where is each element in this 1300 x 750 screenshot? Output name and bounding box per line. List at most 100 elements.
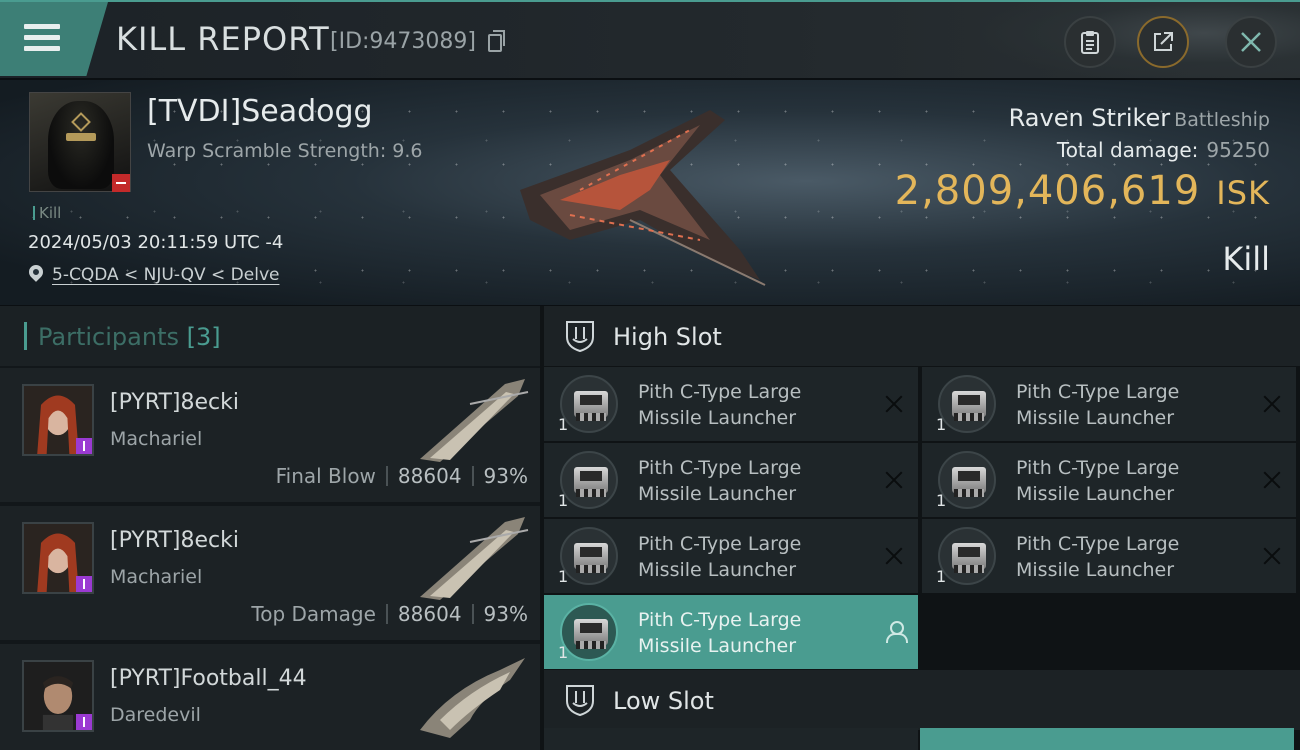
module-quantity: 1 [936, 415, 947, 434]
module-name-line1: Pith C-Type Large [1016, 457, 1180, 479]
kill-location-link[interactable]: 5-CQDA < NJU-QV < Delve [52, 265, 279, 285]
x-icon [884, 545, 904, 565]
kill-datetime: 2024/05/03 20:11:59 UTC -4 [28, 232, 284, 253]
module-name: Pith C-Type Large Missile Launcher [638, 531, 868, 583]
low-slot-label: Low Slot [613, 687, 714, 715]
participants-count: [3] [186, 323, 221, 351]
menu-button[interactable] [0, 2, 108, 76]
module-name: Pith C-Type Large Missile Launcher [638, 379, 868, 431]
module-name-line2: Missile Launcher [1016, 483, 1175, 505]
header-bar: KILL REPORT [ID:9473089] [0, 0, 1300, 80]
participant-ship-image [420, 658, 525, 738]
module-item[interactable]: 1 Pith C-Type Large Missile Launcher [544, 367, 918, 441]
avatar [22, 660, 94, 732]
participant-ship: Machariel [110, 566, 203, 588]
clipboard-button[interactable] [1064, 16, 1116, 68]
participant-card[interactable]: [PYRT]Football_44 Daredevil [0, 642, 540, 750]
module-name: Pith C-Type Large Missile Launcher [1016, 455, 1246, 507]
missile-launcher-icon [560, 527, 618, 585]
shield-icon [566, 321, 594, 353]
module-quantity: 1 [558, 491, 569, 510]
corp-badge [76, 576, 92, 592]
module-item[interactable]: 1 Pith C-Type Large Missile Launcher [922, 443, 1296, 517]
module-item[interactable]: 1 Pith C-Type Large Missile Launcher [922, 367, 1296, 441]
participants-title: Participants [38, 323, 179, 351]
x-icon [884, 393, 904, 413]
module-name: Pith C-Type Large Missile Launcher [1016, 379, 1246, 431]
hamburger-icon [24, 24, 60, 57]
missile-launcher-icon [938, 527, 996, 585]
victim-ship-image[interactable] [510, 100, 780, 290]
participant-card[interactable]: [PYRT]8ecki Machariel Final Blow 88604 93% [0, 366, 540, 502]
module-item[interactable] [544, 728, 918, 750]
copy-icon[interactable] [488, 30, 505, 52]
ship-name: Raven Striker [1008, 104, 1171, 132]
report-id: [ID:9473089] [330, 29, 476, 54]
module-item[interactable]: 1 Pith C-Type Large Missile Launcher [544, 519, 918, 593]
fitting-panel: High Slot 1 Pith C-Type Large Missile Lau… [540, 306, 1300, 750]
participant-name: [PYRT]8ecki [110, 390, 239, 415]
module-name-line1: Pith C-Type Large [638, 609, 802, 631]
participant-role: Top Damage [251, 602, 376, 626]
participant-ship-image [420, 379, 529, 462]
participant-percent: 93% [483, 464, 528, 488]
module-name: Pith C-Type Large Missile Launcher [638, 607, 868, 659]
participants-header: Participants [3] [0, 306, 540, 366]
participant-ship-image [420, 517, 529, 600]
victim-banner: [TVDI]Seadogg Warp Scramble Strength: 9.… [0, 80, 1300, 305]
participants-panel: Participants [3] [PYRT]8ecki Machariel F… [0, 306, 540, 750]
participant-card[interactable]: [PYRT]8ecki Machariel Top Damage 88604 93% [0, 504, 540, 640]
module-name-line2: Missile Launcher [638, 407, 797, 429]
x-icon [1262, 393, 1282, 413]
module-name: Pith C-Type Large Missile Launcher [638, 455, 868, 507]
isk-value: 2,809,406,619 ISK [895, 168, 1270, 214]
module-name-line2: Missile Launcher [638, 559, 797, 581]
missile-launcher-icon [560, 451, 618, 509]
participant-stats: Final Blow 88604 93% [276, 464, 528, 488]
participant-percent: 93% [483, 602, 528, 626]
kill-tag: Kill [33, 204, 61, 222]
isk-unit: ISK [1216, 174, 1270, 212]
participant-name: [PYRT]8ecki [110, 528, 239, 553]
module-name-line2: Missile Launcher [638, 635, 797, 657]
participant-damage: 88604 [397, 602, 462, 626]
hostile-standing-badge [112, 174, 130, 192]
module-item[interactable]: 1 Pith C-Type Large Missile Launcher [922, 519, 1296, 593]
participant-ship: Daredevil [110, 704, 201, 726]
module-name-line1: Pith C-Type Large [638, 457, 802, 479]
page-title: KILL REPORT [116, 20, 330, 58]
module-quantity: 1 [558, 567, 569, 586]
total-damage-label: Total damage: [1056, 138, 1199, 162]
module-item[interactable]: 1 Pith C-Type Large Missile Launcher [544, 443, 918, 517]
x-icon [1262, 469, 1282, 489]
victim-name[interactable]: [TVDI]Seadogg [147, 94, 373, 129]
ship-class: Battleship [1174, 109, 1270, 131]
x-icon [884, 469, 904, 489]
module-item[interactable]: 1 Pith C-Type Large Missile Launcher [544, 595, 918, 669]
module-quantity: 1 [558, 415, 569, 434]
module-quantity: 1 [558, 643, 569, 662]
shield-icon [566, 685, 594, 717]
module-quantity: 1 [936, 491, 947, 510]
low-slot-header: Low Slot [544, 670, 1300, 730]
participant-stats: Top Damage 88604 93% [251, 602, 528, 626]
close-button[interactable] [1225, 16, 1277, 68]
victim-ship[interactable]: Raven Striker Battleship [1009, 104, 1270, 132]
participant-ship: Machariel [110, 428, 203, 450]
module-name-line2: Missile Launcher [1016, 407, 1175, 429]
total-damage: Total damage: 95250 [1057, 138, 1270, 162]
module-name-line2: Missile Launcher [1016, 559, 1175, 581]
module-item[interactable] [920, 728, 1294, 750]
share-button[interactable] [1137, 16, 1189, 68]
participant-name: [PYRT]Football_44 [110, 666, 307, 691]
module-quantity: 1 [936, 567, 947, 586]
missile-launcher-icon [938, 375, 996, 433]
corp-badge [76, 438, 92, 454]
close-icon [1241, 32, 1261, 52]
module-name-line1: Pith C-Type Large [1016, 533, 1180, 555]
high-slot-header: High Slot [544, 306, 1300, 366]
module-name-line1: Pith C-Type Large [1016, 381, 1180, 403]
missile-launcher-icon [560, 603, 618, 661]
kill-result-label: Kill [1222, 240, 1270, 278]
high-slot-label: High Slot [613, 323, 722, 351]
